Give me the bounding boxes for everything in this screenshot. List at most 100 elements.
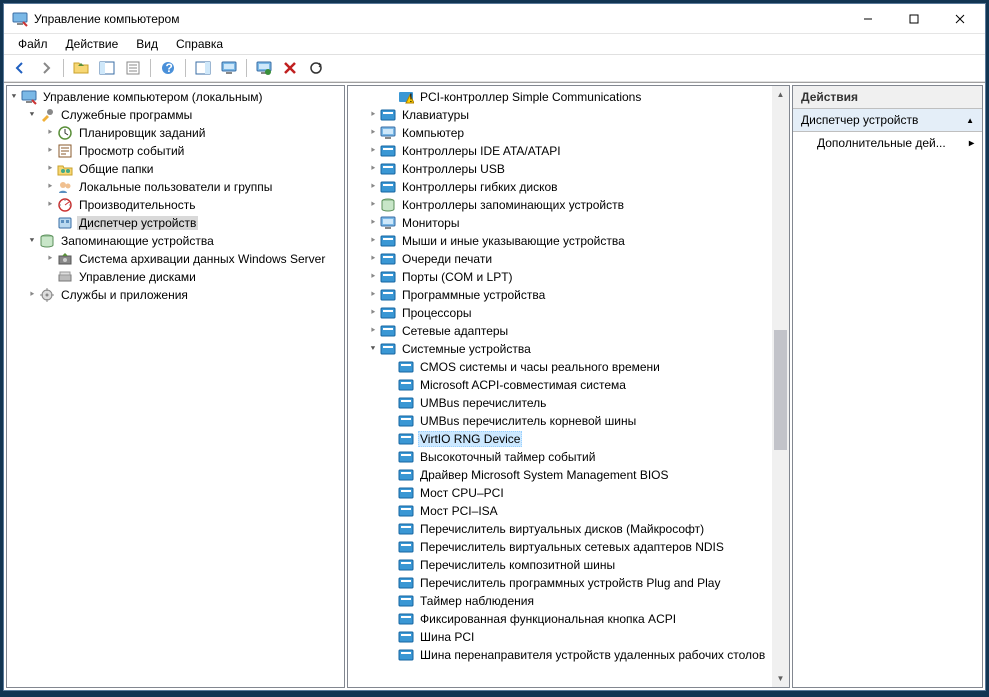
twisty-icon[interactable]: ⯆ (25, 108, 39, 122)
minimize-button[interactable] (845, 4, 891, 34)
twisty-icon[interactable] (384, 648, 398, 662)
device-item[interactable]: Microsoft ACPI-совместимая система (348, 376, 772, 394)
twisty-icon[interactable] (384, 468, 398, 482)
twisty-icon[interactable]: ⯈ (43, 162, 57, 176)
device-item[interactable]: ⯈Контроллеры запоминающих устройств (348, 196, 772, 214)
device-item[interactable]: Шина перенаправителя устройств удаленных… (348, 646, 772, 664)
tree-item[interactable]: Диспетчер устройств (7, 214, 344, 232)
twisty-icon[interactable] (384, 360, 398, 374)
device-item[interactable]: Шина PCI (348, 628, 772, 646)
device-item[interactable]: ⯈Контроллеры IDE ATA/ATAPI (348, 142, 772, 160)
twisty-icon[interactable] (384, 594, 398, 608)
twisty-icon[interactable]: ⯈ (366, 126, 380, 140)
device-item[interactable]: ⯈Клавиатуры (348, 106, 772, 124)
twisty-icon[interactable] (384, 540, 398, 554)
twisty-icon[interactable] (384, 522, 398, 536)
twisty-icon[interactable]: ⯈ (43, 180, 57, 194)
twisty-icon[interactable]: ⯈ (43, 198, 57, 212)
twisty-icon[interactable] (384, 504, 398, 518)
scroll-down-button[interactable]: ▼ (772, 670, 789, 687)
twisty-icon[interactable] (384, 378, 398, 392)
up-button[interactable] (69, 57, 93, 79)
device-item[interactable]: ⯆Системные устройства (348, 340, 772, 358)
tree-item[interactable]: ⯈Общие папки (7, 160, 344, 178)
twisty-icon[interactable]: ⯈ (366, 324, 380, 338)
refresh-button[interactable] (304, 57, 328, 79)
device-item[interactable]: ⯈Мыши и иные указывающие устройства (348, 232, 772, 250)
titlebar[interactable]: Управление компьютером (4, 4, 985, 34)
twisty-icon[interactable]: ⯈ (366, 288, 380, 302)
twisty-icon[interactable]: ⯈ (366, 216, 380, 230)
panes-button[interactable] (95, 57, 119, 79)
twisty-icon[interactable] (43, 216, 57, 230)
monitor1-button[interactable] (217, 57, 241, 79)
device-item[interactable]: PCI-контроллер Simple Communications (348, 88, 772, 106)
twisty-icon[interactable]: ⯆ (7, 90, 21, 104)
twisty-icon[interactable] (43, 270, 57, 284)
device-item[interactable]: ⯈Контроллеры USB (348, 160, 772, 178)
twisty-icon[interactable]: ⯈ (366, 252, 380, 266)
actions-section[interactable]: Диспетчер устройств ▲ (793, 109, 982, 132)
tree-item[interactable]: Управление дисками (7, 268, 344, 286)
device-item[interactable]: ⯈Очереди печати (348, 250, 772, 268)
twisty-icon[interactable] (384, 90, 398, 104)
help-button[interactable]: ? (156, 57, 180, 79)
twisty-icon[interactable]: ⯈ (366, 144, 380, 158)
twisty-icon[interactable] (384, 558, 398, 572)
twisty-icon[interactable]: ⯈ (366, 234, 380, 248)
device-item[interactable]: Фиксированная функциональная кнопка ACPI (348, 610, 772, 628)
twisty-icon[interactable]: ⯆ (366, 342, 380, 356)
tree-root[interactable]: ⯆Управление компьютером (локальным) (7, 88, 344, 106)
tree-item[interactable]: ⯈Планировщик заданий (7, 124, 344, 142)
forward-button[interactable] (34, 57, 58, 79)
center-pane[interactable]: PCI-контроллер Simple Communications⯈Кла… (347, 85, 790, 688)
tree-item[interactable]: ⯈Просмотр событий (7, 142, 344, 160)
device-item[interactable]: ⯈Сетевые адаптеры (348, 322, 772, 340)
device-item[interactable]: ⯈Программные устройства (348, 286, 772, 304)
tree-item[interactable]: ⯈Производительность (7, 196, 344, 214)
menu-file[interactable]: Файл (10, 35, 56, 53)
list-button[interactable] (121, 57, 145, 79)
tree-group[interactable]: ⯆Служебные программы (7, 106, 344, 124)
device-item[interactable]: ⯈Процессоры (348, 304, 772, 322)
device-item[interactable]: CMOS системы и часы реального времени (348, 358, 772, 376)
device-item[interactable]: Перечислитель композитной шины (348, 556, 772, 574)
twisty-icon[interactable]: ⯈ (43, 126, 57, 140)
device-item[interactable]: ⯈Мониторы (348, 214, 772, 232)
twisty-icon[interactable]: ⯈ (366, 180, 380, 194)
device-item[interactable]: ⯈Порты (COM и LPT) (348, 268, 772, 286)
device-item[interactable]: UMBus перечислитель (348, 394, 772, 412)
scroll-up-button[interactable]: ▲ (772, 86, 789, 103)
device-item[interactable]: Драйвер Microsoft System Management BIOS (348, 466, 772, 484)
scroll-thumb[interactable] (774, 330, 787, 450)
twisty-icon[interactable] (384, 576, 398, 590)
twisty-icon[interactable]: ⯈ (366, 270, 380, 284)
device-item[interactable]: VirtIO RNG Device (348, 430, 772, 448)
twisty-icon[interactable] (384, 630, 398, 644)
delete-button[interactable] (278, 57, 302, 79)
left-pane[interactable]: ⯆Управление компьютером (локальным)⯆Служ… (6, 85, 345, 688)
menu-view[interactable]: Вид (128, 35, 166, 53)
device-item[interactable]: Перечислитель виртуальных сетевых адапте… (348, 538, 772, 556)
device-item[interactable]: Перечислитель виртуальных дисков (Майкро… (348, 520, 772, 538)
twisty-icon[interactable]: ⯈ (43, 252, 57, 266)
device-item[interactable]: ⯈Контроллеры гибких дисков (348, 178, 772, 196)
twisty-icon[interactable]: ⯈ (366, 306, 380, 320)
scrollbar[interactable]: ▲ ▼ (772, 86, 789, 687)
device-item[interactable]: Мост PCI–ISA (348, 502, 772, 520)
twisty-icon[interactable] (384, 414, 398, 428)
twisty-icon[interactable] (384, 612, 398, 626)
tree-item[interactable]: ⯈Локальные пользователи и группы (7, 178, 344, 196)
device-item[interactable]: Высокоточный таймер событий (348, 448, 772, 466)
tree-item[interactable]: ⯈Система архивации данных Windows Server (7, 250, 344, 268)
menu-help[interactable]: Справка (168, 35, 231, 53)
twisty-icon[interactable] (384, 486, 398, 500)
device-item[interactable]: UMBus перечислитель корневой шины (348, 412, 772, 430)
twisty-icon[interactable]: ⯈ (366, 198, 380, 212)
panes2-button[interactable] (191, 57, 215, 79)
device-item[interactable]: ⯈Компьютер (348, 124, 772, 142)
twisty-icon[interactable] (384, 432, 398, 446)
twisty-icon[interactable]: ⯈ (25, 288, 39, 302)
maximize-button[interactable] (891, 4, 937, 34)
actions-more[interactable]: Дополнительные дей... ▸ (793, 132, 982, 154)
